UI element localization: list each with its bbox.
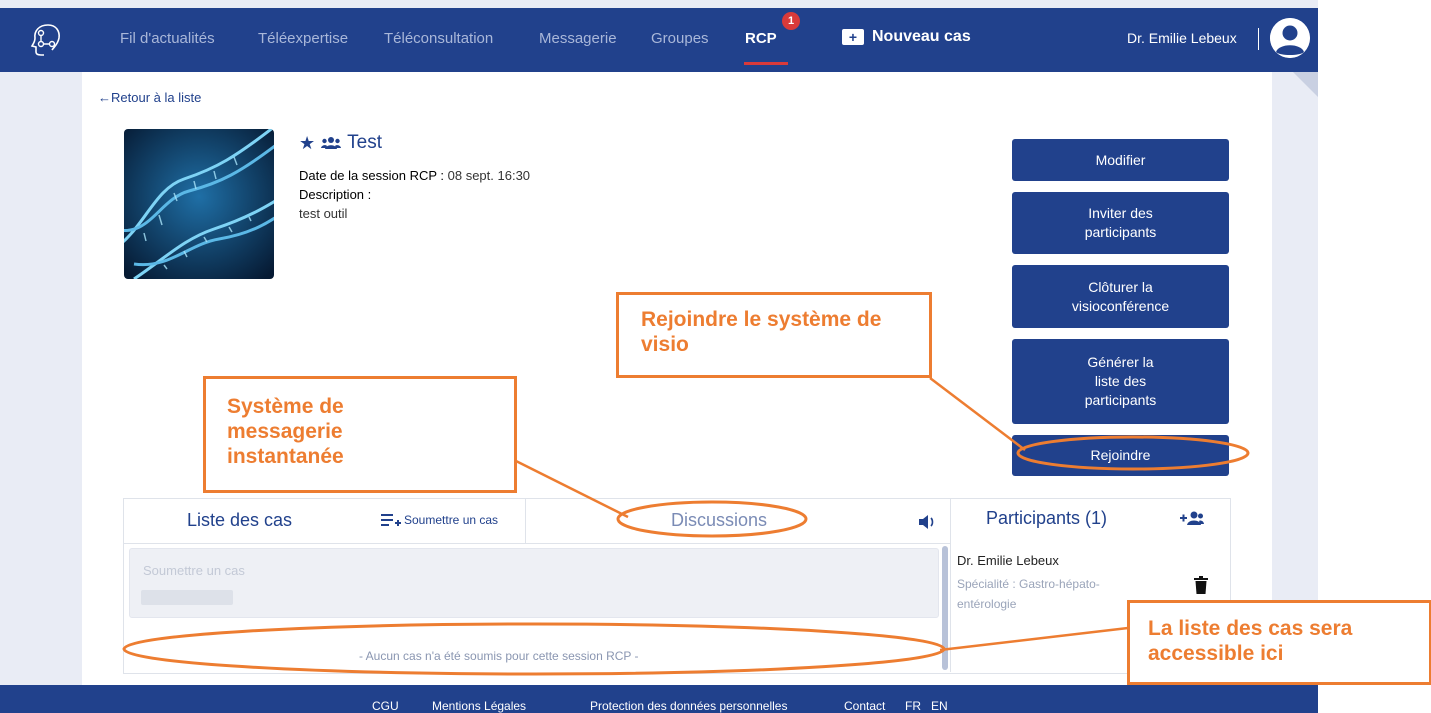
callout-messaging: Système de messagerie instantanée bbox=[203, 376, 517, 493]
participant-name: Dr. Emilie Lebeux bbox=[957, 553, 1059, 568]
nav-item-messagerie[interactable]: Messagerie bbox=[539, 30, 617, 47]
callout-messaging-text: Système de messagerie instantanée bbox=[227, 395, 344, 468]
participants-title: Participants (1) bbox=[986, 508, 1108, 528]
back-to-list-link[interactable]: ←Retour à la liste bbox=[98, 90, 201, 105]
generate-participants-list-button[interactable]: Générer la liste des participants bbox=[1012, 339, 1229, 424]
session-thumbnail bbox=[124, 129, 274, 279]
nav-item-teleconsultation[interactable]: Téléconsultation bbox=[384, 30, 493, 47]
nav-item-rcp[interactable]: RCP bbox=[745, 30, 777, 47]
speaker-icon[interactable] bbox=[918, 514, 936, 530]
add-participant-icon[interactable] bbox=[1180, 510, 1204, 526]
submit-case-box[interactable] bbox=[129, 548, 939, 618]
tabs-divider bbox=[124, 543, 950, 544]
callout-cases: La liste des cas sera accessible ici bbox=[1127, 600, 1431, 685]
description-text: test outil bbox=[299, 206, 348, 221]
add-list-icon bbox=[381, 514, 401, 526]
invite-participants-button[interactable]: Inviter des participants bbox=[1012, 192, 1229, 254]
language-en[interactable]: EN bbox=[931, 699, 948, 713]
case-list-scrollbar[interactable] bbox=[942, 546, 948, 670]
rcp-notification-badge: 1 bbox=[782, 12, 800, 30]
nav-item-fil-actualites[interactable]: Fil d'actualités bbox=[120, 30, 215, 47]
page-corner-fold bbox=[1293, 72, 1318, 97]
column-divider bbox=[950, 499, 951, 672]
new-case-label: Nouveau cas bbox=[872, 28, 971, 45]
close-videoconference-button[interactable]: Clôturer la visioconférence bbox=[1012, 265, 1229, 328]
footer-link-mentions[interactable]: Mentions Légales bbox=[432, 699, 526, 713]
empty-case-message: - Aucun cas n'a été soumis pour cette se… bbox=[359, 649, 639, 663]
join-button[interactable]: Rejoindre bbox=[1012, 435, 1229, 476]
logo-icon[interactable] bbox=[28, 22, 64, 58]
description-label: Description : bbox=[299, 187, 372, 202]
tab-discussions[interactable]: Discussions bbox=[671, 510, 767, 531]
submit-case-field[interactable] bbox=[141, 590, 233, 605]
modify-button[interactable]: Modifier bbox=[1012, 139, 1229, 181]
avatar[interactable] bbox=[1270, 18, 1310, 58]
star-icon[interactable]: ★ bbox=[299, 133, 315, 154]
user-name[interactable]: Dr. Emilie Lebeux bbox=[1127, 30, 1237, 46]
tab-divider bbox=[525, 499, 526, 543]
session-date-label: Date de la session RCP : bbox=[299, 168, 444, 183]
tab-case-list[interactable]: Liste des cas bbox=[187, 510, 292, 531]
nav-item-teleexpertise[interactable]: Téléexpertise bbox=[258, 30, 348, 47]
submit-case-label: Soumettre un cas bbox=[404, 513, 499, 527]
session-title-row: ★ Test bbox=[299, 132, 382, 154]
footer-link-contact[interactable]: Contact bbox=[844, 699, 885, 713]
session-info: Date de la session RCP : 08 sept. 16:30 … bbox=[299, 166, 530, 223]
add-folder-icon: + bbox=[842, 29, 864, 45]
footer-link-privacy[interactable]: Protection des données personnelles bbox=[590, 699, 787, 713]
callout-visio: Rejoindre le système de visio bbox=[616, 292, 932, 378]
footer-link-cgu[interactable]: CGU bbox=[372, 699, 399, 713]
participant-specialty: Spécialité : Gastro-hépato-entérologie bbox=[957, 577, 1100, 611]
active-tab-indicator bbox=[744, 62, 788, 65]
language-fr[interactable]: FR bbox=[905, 699, 921, 713]
user-divider bbox=[1258, 28, 1259, 50]
submit-case-placeholder: Soumettre un cas bbox=[143, 563, 245, 578]
group-icon bbox=[321, 137, 342, 149]
submit-case-link[interactable]: Soumettre un cas bbox=[381, 513, 498, 527]
session-date-value: 08 sept. 16:30 bbox=[447, 168, 531, 183]
session-title: Test bbox=[347, 132, 382, 153]
new-case-button[interactable]: + Nouveau cas bbox=[842, 28, 971, 46]
nav-item-groupes[interactable]: Groupes bbox=[651, 30, 709, 47]
trash-icon[interactable] bbox=[1194, 576, 1208, 594]
